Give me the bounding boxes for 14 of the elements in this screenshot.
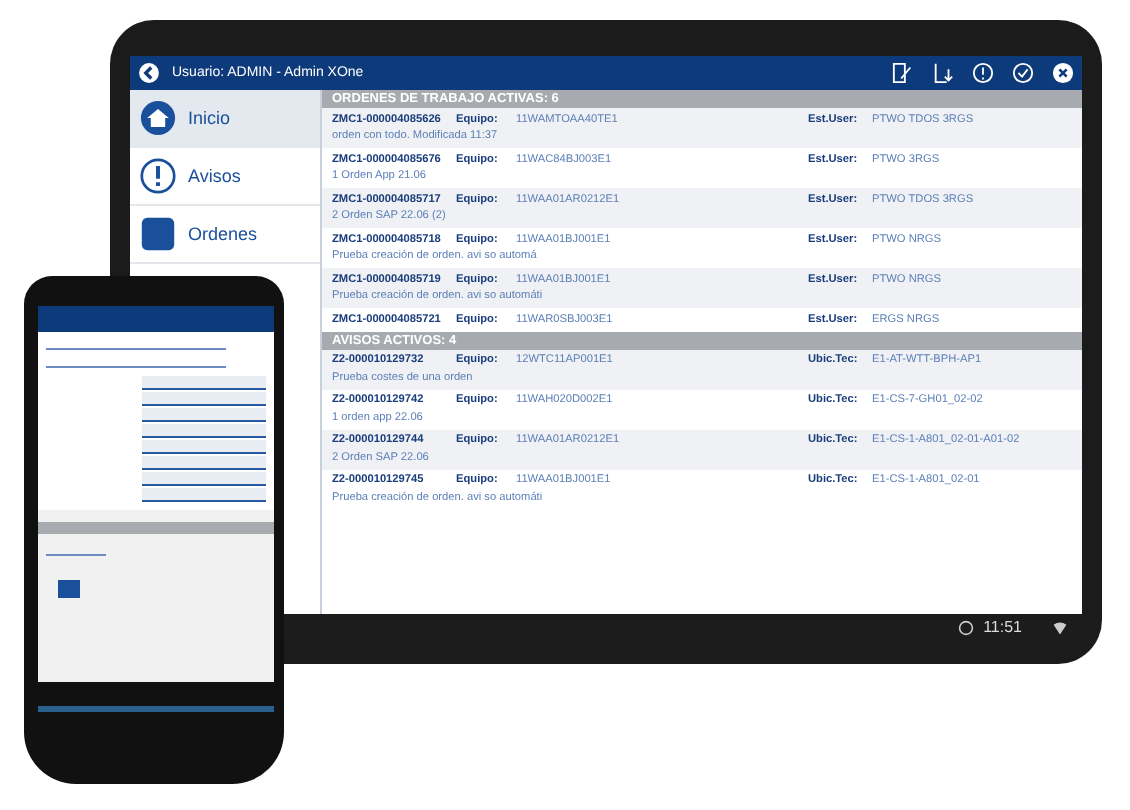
sidebar-item[interactable]: Ordenes — [130, 206, 320, 264]
wifi-icon — [1050, 619, 1070, 635]
back-icon[interactable] — [138, 62, 160, 84]
clock-time: 11:51 — [983, 618, 1022, 636]
document-pen-icon[interactable] — [892, 62, 914, 84]
document-arrow-icon[interactable] — [932, 62, 954, 84]
alert-icon[interactable] — [972, 62, 994, 84]
sidebar-item[interactable]: Inicio — [130, 90, 320, 148]
clock-icon — [955, 619, 976, 635]
home-icon — [140, 100, 176, 136]
check-icon[interactable] — [1012, 62, 1034, 84]
sidebar-item[interactable]: Avisos — [130, 148, 320, 206]
alert-icon — [140, 158, 176, 194]
close-icon[interactable] — [1052, 62, 1074, 84]
